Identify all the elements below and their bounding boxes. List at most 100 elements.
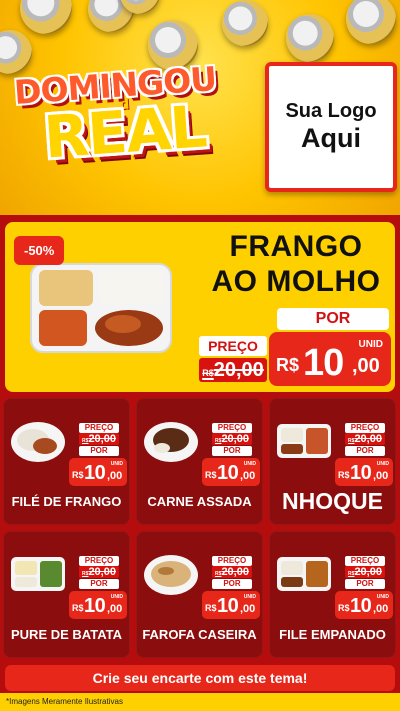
old-price-currency: R$: [202, 368, 214, 378]
product-old-price-value: 20,00: [354, 433, 382, 445]
price-integer: 10: [350, 595, 372, 617]
logo-text-line2: Aqui: [301, 122, 361, 153]
food-tray-icon: [30, 263, 172, 353]
header-banner: DOMINGOU d REAL Sua Logo Aqui: [0, 0, 400, 215]
tray-icon: [11, 557, 65, 591]
price-integer: 10: [84, 462, 106, 484]
product-preco-label: PREÇO: [345, 556, 385, 566]
product-preco-label: PREÇO: [345, 423, 385, 433]
currency-symbol: R$: [205, 470, 217, 480]
old-price-value: 20,00: [213, 359, 264, 381]
product-name: NHOQUE: [282, 488, 383, 514]
product-por-label: POR: [79, 579, 119, 589]
product-por-label: POR: [345, 579, 385, 589]
unit-label: UNID: [376, 594, 389, 600]
price-cents: ,00: [373, 470, 389, 482]
product-card-nhoque[interactable]: PREÇO R$20,00 POR UNID R$ 10 ,00 NHOQUE: [269, 398, 396, 525]
cta-button[interactable]: Crie seu encarte com este tema!: [5, 665, 395, 691]
product-preco-label: PREÇO: [79, 423, 119, 433]
product-old-price-value: 20,00: [221, 566, 249, 578]
preco-label: PREÇO: [199, 336, 267, 356]
price-cents: ,00: [240, 470, 256, 482]
price-integer: 10: [84, 595, 106, 617]
plate-icon: [144, 422, 198, 462]
product-preco-label: PREÇO: [79, 556, 119, 566]
product-old-price: R$20,00: [345, 566, 385, 578]
product-old-price-value: 20,00: [221, 433, 249, 445]
price-integer: 10: [217, 595, 239, 617]
currency-symbol: R$: [72, 603, 84, 613]
product-old-price: R$20,00: [212, 433, 252, 445]
product-new-price: UNID R$ 10 ,00: [202, 591, 260, 619]
logo-placeholder[interactable]: Sua Logo Aqui: [265, 62, 397, 192]
price-cents: ,00: [107, 603, 123, 615]
product-old-price: R$20,00: [79, 433, 119, 445]
unit-label: UNID: [110, 461, 123, 467]
product-por-label: POR: [212, 579, 252, 589]
price-integer: 10: [350, 462, 372, 484]
product-old-price: R$20,00: [212, 566, 252, 578]
product-name: FAROFA CASEIRA: [142, 627, 257, 642]
product-preco-label: PREÇO: [212, 423, 252, 433]
product-card-file-de-frango[interactable]: PREÇO R$20,00 POR UNID R$ 10 ,00 FILÉ DE…: [3, 398, 130, 525]
product-new-price: UNID R$ 10 ,00: [335, 591, 393, 619]
price-integer: 10: [303, 342, 344, 384]
product-por-label: POR: [212, 446, 252, 456]
product-new-price: UNID R$ 10 ,00: [335, 458, 393, 486]
product-por-label: POR: [79, 446, 119, 456]
coin-icon: [222, 0, 268, 46]
product-old-price-value: 20,00: [354, 566, 382, 578]
product-old-price-value: 20,00: [88, 566, 116, 578]
product-name: PURE DE BATATA: [11, 627, 122, 642]
price-cents: ,00: [373, 603, 389, 615]
product-name: FILE EMPANADO: [279, 627, 386, 642]
new-price: UNID R$ 10 ,00: [269, 332, 391, 386]
unit-label: UNID: [358, 339, 383, 350]
featured-name-line2: AO MOLHO: [211, 264, 381, 298]
discount-badge: -50%: [14, 236, 65, 265]
product-name: FILÉ DE FRANGO: [11, 494, 122, 509]
product-preco-label: PREÇO: [212, 556, 252, 566]
currency-symbol: R$: [338, 470, 350, 480]
product-name: CARNE ASSADA: [147, 494, 252, 509]
logo-text-line1: Sua Logo: [285, 99, 377, 122]
featured-product[interactable]: -50% FRANGO AO MOLHO POR PREÇO R$20,00 U…: [5, 222, 395, 392]
currency-symbol: R$: [205, 603, 217, 613]
product-por-label: POR: [345, 446, 385, 456]
product-new-price: UNID R$ 10 ,00: [202, 458, 260, 486]
unit-label: UNID: [110, 594, 123, 600]
coin-icon: [346, 0, 396, 44]
product-old-price: R$20,00: [345, 433, 385, 445]
plate-icon: [11, 422, 65, 462]
featured-name-line1: FRANGO: [229, 230, 363, 263]
featured-product-name: FRANGO AO MOLHO: [201, 230, 391, 299]
unit-label: UNID: [243, 461, 256, 467]
tray-icon: [277, 557, 331, 591]
campaign-title: DOMINGOU d REAL: [10, 58, 260, 198]
product-card-pure-de-batata[interactable]: PREÇO R$20,00 POR UNID R$ 10 ,00 PURE DE…: [3, 531, 130, 658]
unit-label: UNID: [376, 461, 389, 467]
product-new-price: UNID R$ 10 ,00: [69, 458, 127, 486]
unit-label: UNID: [243, 594, 256, 600]
product-new-price: UNID R$ 10 ,00: [69, 591, 127, 619]
old-price: R$20,00: [199, 358, 267, 382]
plate-icon: [144, 555, 198, 595]
disclaimer-text: *Imagens Meramente Ilustrativas: [0, 693, 400, 711]
currency-symbol: R$: [276, 355, 300, 375]
por-label: POR: [277, 308, 389, 330]
currency-symbol: R$: [338, 603, 350, 613]
product-old-price-value: 20,00: [88, 433, 116, 445]
product-card-carne-assada[interactable]: PREÇO R$20,00 POR UNID R$ 10 ,00 CARNE A…: [136, 398, 263, 525]
product-card-farofa-caseira[interactable]: PREÇO R$20,00 POR UNID R$ 10 ,00 FAROFA …: [136, 531, 263, 658]
product-old-price: R$20,00: [79, 566, 119, 578]
flyer: DOMINGOU d REAL Sua Logo Aqui -50% FRANG…: [0, 0, 400, 711]
product-card-file-empanado[interactable]: PREÇO R$20,00 POR UNID R$ 10 ,00 FILE EM…: [269, 531, 396, 658]
coin-icon: [20, 0, 72, 34]
title-line2: REAL: [41, 92, 209, 172]
price-cents: ,00: [107, 470, 123, 482]
currency-symbol: R$: [72, 470, 84, 480]
price-integer: 10: [217, 462, 239, 484]
tray-icon: [277, 424, 331, 458]
price-cents: ,00: [240, 603, 256, 615]
price-cents: ,00: [352, 355, 380, 377]
